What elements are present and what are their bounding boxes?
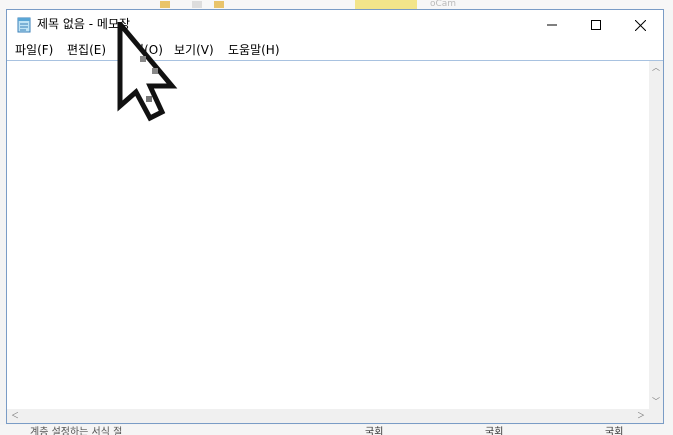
- menu-bar: 파일(F) 편집(E) 서식(O) 보기(V) 도움말(H): [7, 40, 663, 60]
- vertical-scrollbar[interactable]: ︿ ﹀: [649, 61, 663, 409]
- menu-edit[interactable]: 편집(E): [64, 42, 109, 58]
- minimize-icon: [547, 24, 557, 26]
- close-icon: [634, 19, 646, 31]
- folder-icon: [214, 1, 224, 8]
- background-ribbon-tab-2: oCam: [430, 0, 457, 9]
- menu-file[interactable]: 파일(F): [12, 42, 56, 58]
- scroll-left-icon[interactable]: ＜: [11, 412, 19, 420]
- background-cell: 국회: [365, 427, 384, 435]
- background-cell: 국회: [485, 427, 504, 435]
- background-bottom-edge: 계층 설정하는 서식 절 국회 국회 국회: [0, 425, 673, 435]
- folder-icon: [160, 1, 170, 8]
- desktop: oCam 계층 설정하는 서식 절 국회 국회 국회 제목 없음 - 메모장 파…: [0, 0, 673, 435]
- background-right-edge: [664, 10, 673, 435]
- close-button[interactable]: [617, 10, 663, 40]
- maximize-icon: [591, 20, 601, 30]
- maximize-button[interactable]: [573, 10, 619, 40]
- text-area[interactable]: [7, 61, 649, 409]
- notepad-window: 제목 없음 - 메모장 파일(F) 편집(E) 서식(O): [6, 9, 664, 424]
- scroll-right-icon[interactable]: ＞: [637, 412, 645, 420]
- editor-area: ︿ ﹀ ＜ ＞: [7, 60, 663, 423]
- minimize-button[interactable]: [529, 10, 575, 40]
- horizontal-scrollbar[interactable]: ＜ ＞: [7, 409, 649, 423]
- scrollbar-corner: [649, 409, 663, 423]
- scroll-up-icon[interactable]: ︿: [652, 64, 660, 72]
- file-icon: [192, 1, 202, 8]
- background-ribbon-tab: [355, 0, 417, 9]
- notepad-icon: [17, 17, 31, 33]
- title-bar[interactable]: 제목 없음 - 메모장: [7, 10, 663, 40]
- menu-help[interactable]: 도움말(H): [225, 42, 283, 58]
- mouse-pointer-icon: [117, 22, 178, 122]
- scroll-down-icon[interactable]: ﹀: [652, 398, 660, 406]
- background-bottom-text: 계층 설정하는 서식 절: [30, 427, 123, 435]
- background-cell: 국회: [605, 427, 624, 435]
